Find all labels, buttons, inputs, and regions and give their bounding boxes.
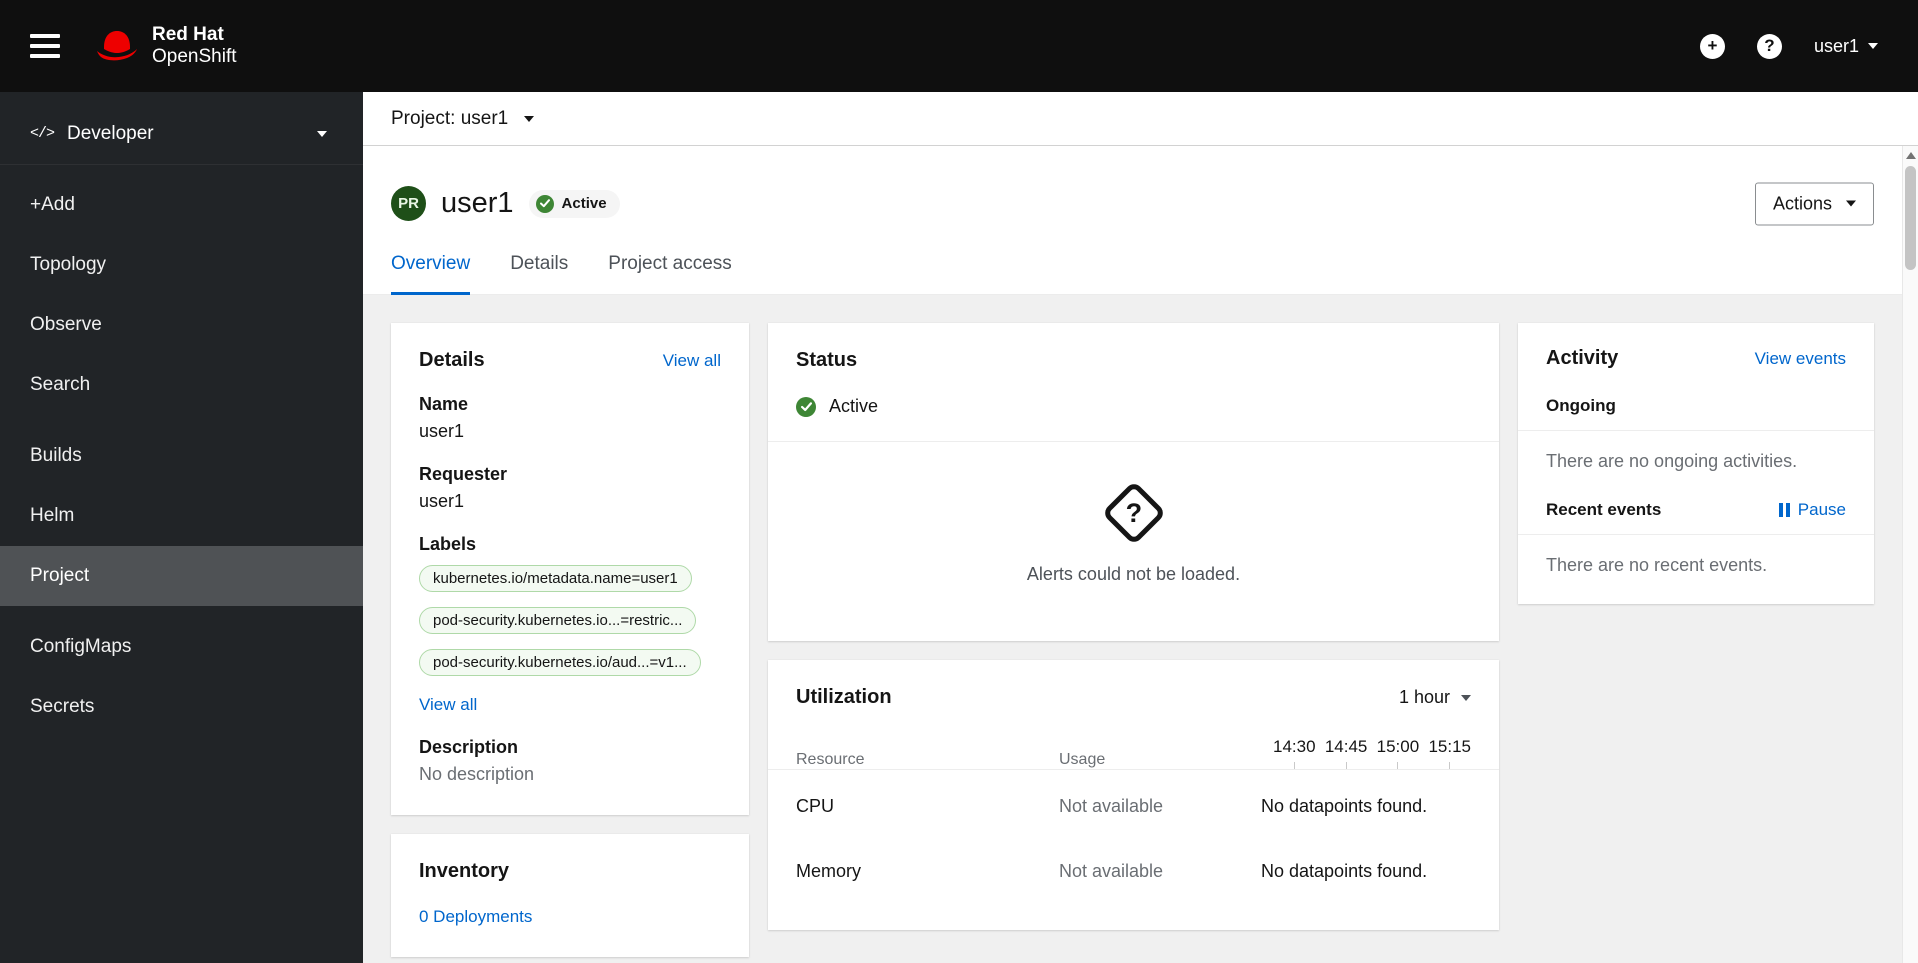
- time-tick-label: 14:30: [1273, 737, 1316, 756]
- sidebar-item-builds[interactable]: Builds: [0, 426, 363, 486]
- check-circle-icon: [796, 396, 816, 417]
- overview-dashboard: Details View all Name user1 Requester us…: [363, 295, 1902, 963]
- code-icon: </>: [30, 125, 55, 142]
- status-badge-label: Active: [561, 195, 607, 212]
- status-card-title: Status: [796, 349, 858, 371]
- status-card: Status Active ? Alerts could not be load: [768, 323, 1499, 641]
- tab-bar: Overview Details Project access: [363, 253, 1902, 295]
- alerts-error-message: Alerts could not be loaded.: [1026, 564, 1241, 584]
- logo-line2: OpenShift: [152, 46, 237, 67]
- duration-value: 1 hour: [1398, 687, 1450, 707]
- duration-dropdown[interactable]: 1 hour: [1399, 687, 1471, 708]
- tab-details[interactable]: Details: [510, 253, 568, 295]
- inventory-card-title: Inventory: [419, 860, 510, 882]
- utilization-row-cpu: CPU Not available No datapoints found.: [796, 770, 1471, 835]
- sidebar-item-search[interactable]: Search: [0, 355, 363, 415]
- add-circle-icon[interactable]: +: [1699, 33, 1725, 59]
- view-events-link[interactable]: View events: [1755, 349, 1846, 369]
- label-pill[interactable]: pod-security.kubernetes.io...=restric...: [419, 607, 697, 634]
- chevron-down-icon: [1868, 43, 1878, 49]
- user-menu[interactable]: user1: [1814, 36, 1878, 57]
- no-recent-message: There are no recent events.: [1546, 555, 1768, 575]
- name-value: user1: [419, 421, 465, 441]
- status-state: Active: [829, 396, 879, 416]
- sidebar-nav: </> Developer +Add Topology Observe Sear…: [0, 92, 363, 963]
- actions-button[interactable]: Actions: [1754, 182, 1874, 225]
- tab-overview[interactable]: Overview: [391, 253, 471, 295]
- sidebar-item-add[interactable]: +Add: [0, 175, 363, 235]
- details-card: Details View all Name user1 Requester us…: [391, 323, 749, 815]
- scrollbar[interactable]: [1902, 146, 1918, 963]
- time-tick-label: 14:45: [1324, 737, 1368, 756]
- name-label: Name: [419, 394, 469, 414]
- recent-events-heading: Recent events: [1546, 500, 1662, 519]
- perspective-label: Developer: [67, 122, 154, 144]
- resource-column-header: Resource: [796, 751, 865, 768]
- chevron-down-icon: [1461, 694, 1471, 701]
- resource-usage: Not available: [1059, 861, 1164, 881]
- page-header: PR user1 Active Actions Overview Details…: [363, 146, 1902, 295]
- main-area: Project: user1 PR user1 Active Actions O…: [363, 92, 1918, 963]
- project-selector-label: Project: user1: [391, 107, 509, 129]
- check-circle-icon: [535, 194, 554, 213]
- sidebar-item-project[interactable]: Project: [0, 546, 363, 606]
- scrollbar-thumb[interactable]: [1905, 166, 1916, 270]
- resource-name: Memory: [796, 861, 862, 881]
- usage-column-header: Usage: [1059, 751, 1106, 768]
- resource-name: CPU: [796, 796, 835, 816]
- description-value: No description: [419, 764, 535, 784]
- sidebar-item-topology[interactable]: Topology: [0, 235, 363, 295]
- utilization-card: Utilization 1 hour Resource Usage 14:30 …: [768, 660, 1499, 930]
- details-card-title: Details: [419, 349, 485, 371]
- pause-button-label: Pause: [1797, 500, 1846, 519]
- time-tick-label: 15:15: [1428, 737, 1471, 756]
- label-pill[interactable]: pod-security.kubernetes.io/aud...=v1...: [419, 649, 701, 676]
- pause-icon: [1778, 503, 1790, 517]
- sidebar-item-configmaps[interactable]: ConfigMaps: [0, 617, 363, 677]
- resource-datapoints: No datapoints found.: [1261, 861, 1428, 881]
- chevron-down-icon: [317, 130, 327, 137]
- time-axis: 14:30 14:45 15:00 15:15: [1261, 737, 1471, 769]
- status-badge: Active: [528, 189, 620, 218]
- username: user1: [1813, 35, 1859, 56]
- sidebar-item-secrets[interactable]: Secrets: [0, 677, 363, 737]
- labels-view-all-link[interactable]: View all: [419, 695, 477, 715]
- requester-value: user1: [419, 491, 465, 511]
- resource-usage: Not available: [1059, 796, 1164, 816]
- unknown-status-icon: ?: [1100, 480, 1167, 546]
- page-title: user1: [441, 187, 514, 219]
- time-tick-label: 15:00: [1376, 737, 1420, 756]
- redhat-logo-icon: [97, 31, 137, 61]
- label-pill[interactable]: kubernetes.io/metadata.name=user1: [419, 565, 692, 592]
- description-label: Description: [419, 737, 519, 757]
- help-circle-icon[interactable]: ?: [1756, 33, 1782, 59]
- resource-datapoints: No datapoints found.: [1261, 796, 1428, 816]
- project-resource-badge: PR: [391, 186, 426, 221]
- utilization-row-memory: Memory Not available No datapoints found…: [796, 835, 1471, 900]
- tab-project-access[interactable]: Project access: [608, 253, 732, 295]
- utilization-card-title: Utilization: [796, 686, 892, 708]
- project-selector[interactable]: Project: user1: [363, 92, 1918, 146]
- actions-button-label: Actions: [1772, 193, 1832, 213]
- chevron-down-icon: [524, 115, 535, 122]
- no-ongoing-message: There are no ongoing activities.: [1546, 451, 1798, 471]
- masthead: Red Hat OpenShift + ? user1: [0, 0, 1918, 92]
- deployments-link[interactable]: 0 Deployments: [419, 907, 532, 926]
- pause-events-button[interactable]: Pause: [1778, 500, 1846, 520]
- sidebar-item-observe[interactable]: Observe: [0, 295, 363, 355]
- details-view-all-link[interactable]: View all: [663, 351, 721, 371]
- inventory-card: Inventory 0 Deployments: [391, 834, 749, 957]
- perspective-switcher[interactable]: </> Developer: [0, 103, 363, 165]
- scroll-up-arrow-icon[interactable]: [1906, 152, 1916, 159]
- logo-line1: Red Hat: [152, 23, 224, 45]
- requester-label: Requester: [419, 464, 508, 484]
- chevron-down-icon: [1846, 200, 1856, 207]
- activity-card-title: Activity: [1546, 347, 1619, 369]
- labels-label: Labels: [419, 534, 477, 554]
- sidebar-item-helm[interactable]: Helm: [0, 486, 363, 546]
- ongoing-heading: Ongoing: [1546, 396, 1616, 415]
- menu-toggle-icon[interactable]: [30, 28, 60, 64]
- redhat-openshift-logo: Red Hat OpenShift: [94, 24, 237, 69]
- activity-card: Activity View events Ongoing There are n…: [1518, 323, 1874, 604]
